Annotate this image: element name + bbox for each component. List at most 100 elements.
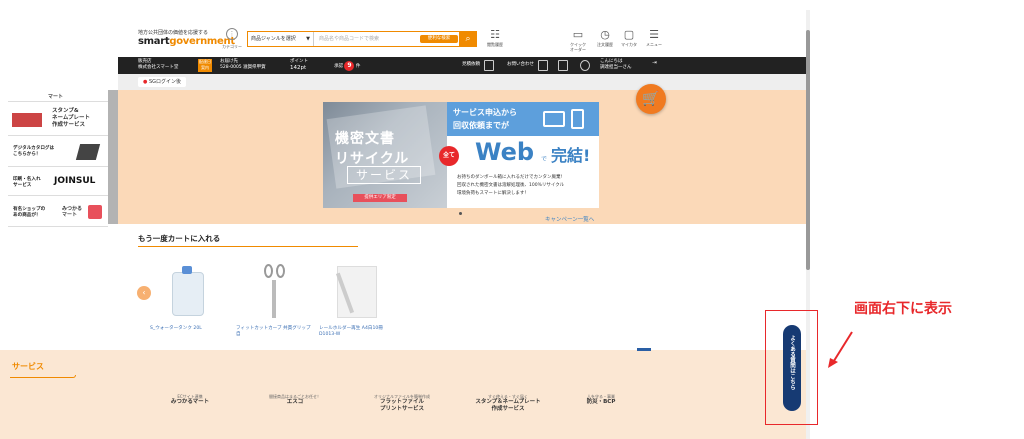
purchase-history-button[interactable]: ☷ 閲覧履歴 bbox=[482, 28, 508, 47]
search-input[interactable]: 商品名や商品コードで検索 bbox=[316, 32, 416, 46]
quick-order-button[interactable]: ▭ クイック オーダー bbox=[565, 28, 591, 52]
user-avatar-icon[interactable] bbox=[580, 60, 590, 71]
greeting-user: 調達担当一さん bbox=[600, 65, 632, 70]
site-logo[interactable]: smartgovernment bbox=[138, 36, 235, 47]
contact-icon[interactable] bbox=[538, 60, 548, 71]
settings-icon[interactable] bbox=[558, 60, 568, 71]
product-card[interactable]: レールホルダー再生 A4白10冊 D1013-W bbox=[319, 262, 399, 338]
approval-link[interactable]: 承認 9 件 bbox=[334, 61, 360, 71]
delivery-address[interactable]: 528-0005 滋賀県甲賀 bbox=[220, 65, 266, 71]
smartphone-icon bbox=[571, 109, 584, 129]
sidebar-mart-label: マート bbox=[48, 94, 64, 100]
service-item[interactable]: ECサイト連携 みつかるマート bbox=[150, 394, 230, 406]
banner-web-text: Web bbox=[475, 138, 535, 166]
service-name: フラットファイル プリントサービス bbox=[379, 399, 424, 412]
service-name: みつかるマート bbox=[170, 399, 210, 405]
banner-area-tag: 提供エリア限定 bbox=[353, 194, 407, 202]
cart-floating-button[interactable]: 🛒 bbox=[636, 84, 666, 114]
search-bar: 商品ジャンルを選択 ▼ 商品名や商品コードで検索 便利な検索 ⌕ bbox=[247, 31, 477, 47]
my-folder-label: マイカタ bbox=[621, 42, 637, 47]
sidebar-divider bbox=[108, 90, 118, 224]
cart-icon: 🛒 bbox=[642, 91, 660, 107]
purchase-history-icon: ☷ bbox=[490, 28, 500, 41]
service-item[interactable]: 間接商品はまるごとお任せ！ エスコ bbox=[255, 394, 335, 406]
sidebar-item-mitsukaru[interactable]: 有名ショップの あの商品が！ みつかる マート bbox=[8, 197, 108, 227]
chevron-down-icon: ▼ bbox=[306, 36, 310, 42]
history-label[interactable]: 見積依頼 bbox=[462, 62, 480, 68]
logout-icon[interactable]: ⇥ bbox=[652, 60, 657, 66]
recycle-service-banner[interactable]: 機密文書 リサイクル サービス 提供エリア限定 サービス申込から 回収依頼までが… bbox=[323, 102, 599, 208]
product-card[interactable]: フィットカットカーブ 共貫グリップ 自 bbox=[236, 262, 316, 338]
points-value: 142pt bbox=[290, 65, 307, 71]
readd-underline bbox=[138, 246, 358, 247]
order-history-label: 注文履歴 bbox=[597, 42, 613, 47]
banner-desc-2: 回収された機密文書は溶解処理後、100%リサイクル bbox=[457, 183, 565, 188]
carousel-prev-button[interactable]: ‹ bbox=[137, 286, 151, 300]
seller-name: 株式会社スマート堂 bbox=[138, 65, 179, 70]
category-icon: ⋮ bbox=[226, 28, 238, 40]
genre-select-label: 商品ジャンルを選択 bbox=[251, 36, 296, 42]
sidebar-item-mart[interactable]: マート bbox=[8, 90, 108, 102]
delivery-badge[interactable]: 配達日 案内 bbox=[198, 59, 212, 72]
logo-smart: smart bbox=[138, 36, 170, 47]
sidebar-item-stamp[interactable]: スタンプ& ネームプレート 作成サービス bbox=[8, 103, 108, 136]
menu-label: メニュー bbox=[646, 42, 662, 47]
product-name[interactable]: S_ウォータータンク 20L bbox=[150, 326, 230, 332]
mitsukaru-search-icon bbox=[88, 205, 102, 219]
product-card[interactable]: S_ウォータータンク 20L bbox=[150, 262, 230, 332]
annotation-arrow-icon bbox=[828, 331, 853, 368]
order-history-button[interactable]: ◷ 注文履歴 bbox=[592, 28, 618, 47]
account-bar: 販売店 株式会社スマート堂 配達日 案内 お届け先 528-0005 滋賀県甲賀… bbox=[118, 57, 806, 74]
scrollbar-thumb[interactable] bbox=[806, 30, 810, 270]
service-item[interactable]: 人を守る・事業 防災・BCP bbox=[568, 394, 634, 406]
approval-count-badge: 9 bbox=[344, 61, 355, 71]
page-root: 地方公共団体の価値を応援する smartgovernment ⋮ カテゴリー 商… bbox=[0, 0, 1024, 439]
quick-order-label: クイック オーダー bbox=[570, 42, 586, 52]
scissors-image bbox=[254, 262, 294, 320]
category-button[interactable]: ⋮ カテゴリー bbox=[222, 28, 242, 50]
sidebar-item-digital-catalog[interactable]: デジタルカタログは こちらから！ bbox=[8, 137, 108, 167]
site-header: 地方公共団体の価値を応援する smartgovernment ⋮ カテゴリー 商… bbox=[130, 28, 806, 56]
scissors-blade bbox=[272, 280, 276, 318]
banner-desc-1: お持ちのダンボール箱に入れるだけでカンタン廃棄! bbox=[457, 175, 563, 180]
scissors-handle-right bbox=[276, 264, 285, 278]
history-icon[interactable] bbox=[484, 60, 494, 71]
faq-button[interactable]: よくある質問はこちら bbox=[783, 325, 801, 411]
info-icon: ● bbox=[143, 79, 148, 85]
banner-title-line2: リサイクル bbox=[335, 151, 410, 167]
faq-button-label: よくある質問はこちら bbox=[789, 335, 795, 390]
sidebar-item-print[interactable]: 印刷・名入れ サービス JOINSUL bbox=[8, 168, 108, 196]
left-sidebar: マート スタンプ& ネームプレート 作成サービス デジタルカタログは こちらから… bbox=[8, 90, 108, 228]
my-folder-icon: ▢ bbox=[623, 28, 635, 41]
purchase-history-label: 閲覧履歴 bbox=[487, 42, 503, 47]
water-tank-image bbox=[168, 262, 208, 320]
product-name[interactable]: フィットカットカーブ 共貫グリップ 自 bbox=[236, 326, 316, 338]
genre-select[interactable]: 商品ジャンルを選択 ▼ bbox=[248, 32, 314, 46]
search-button[interactable]: ⌕ bbox=[459, 31, 477, 47]
service-name: スタンプ＆ネームプレート 作成サービス bbox=[475, 399, 541, 412]
convenient-search-button[interactable]: 便利な検索 bbox=[420, 35, 458, 43]
order-history-icon: ◷ bbox=[600, 28, 610, 41]
banner-head-line1: サービス申込から bbox=[453, 108, 517, 117]
sidebar-catalog-label: デジタルカタログは こちらから！ bbox=[13, 146, 55, 157]
approval-unit: 件 bbox=[355, 64, 361, 69]
search-icon: ⌕ bbox=[465, 34, 471, 44]
rail-holder-image bbox=[335, 262, 377, 320]
product-name[interactable]: レールホルダー再生 A4白10冊 D1013-W bbox=[319, 326, 399, 338]
campaign-list-link[interactable]: キャンペーン一覧へ bbox=[545, 215, 594, 223]
banner-title-line1: 機密文書 bbox=[335, 131, 395, 147]
chevron-left-icon: ‹ bbox=[142, 288, 146, 297]
stamp-image-icon bbox=[12, 113, 42, 127]
annotation-text: 画面右下に表示 bbox=[854, 301, 952, 317]
carousel-dot[interactable] bbox=[459, 212, 462, 215]
mitsukaru-logo: みつかる マート bbox=[62, 206, 83, 218]
contact-label[interactable]: お問い合わせ bbox=[507, 62, 534, 68]
sg-login-chip[interactable]: ● SGログイン後 bbox=[138, 77, 187, 87]
banner-all-badge: 全て bbox=[439, 146, 459, 166]
service-item[interactable]: オリジナルファイルを簡単作成 フラットファイル プリントサービス bbox=[362, 394, 442, 413]
my-folder-button[interactable]: ▢ マイカタ bbox=[616, 28, 642, 47]
service-item[interactable]: すぐ使える・すぐ届く スタンプ＆ネームプレート 作成サービス bbox=[466, 394, 550, 413]
banner-de-text: で bbox=[541, 156, 548, 163]
menu-button[interactable]: ☰ メニュー bbox=[641, 28, 667, 47]
logo-tagline: 地方公共団体の価値を応援する bbox=[138, 30, 209, 36]
